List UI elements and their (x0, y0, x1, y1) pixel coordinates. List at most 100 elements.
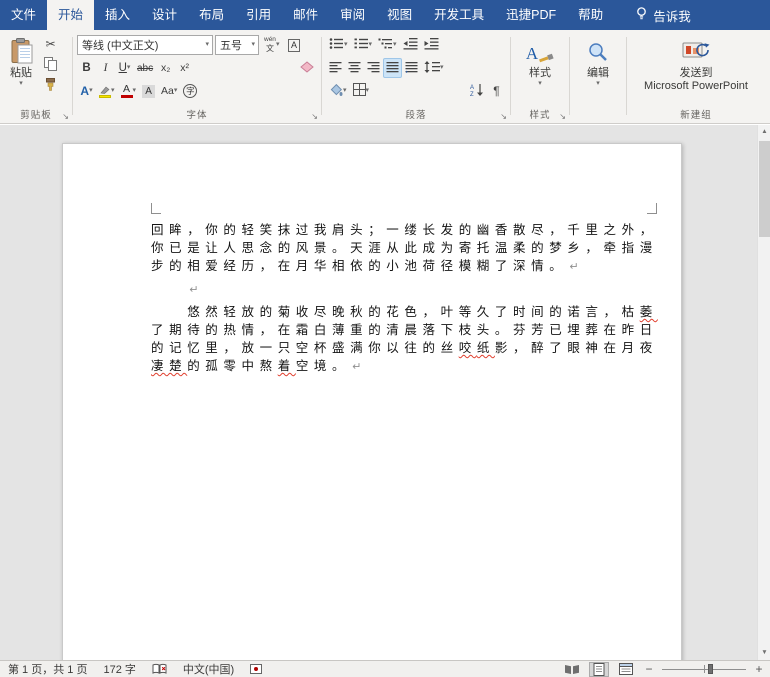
character-shading-icon: A (142, 84, 155, 98)
enclose-characters-button[interactable]: 字 (180, 81, 200, 101)
page-indicator[interactable]: 第 1 页，共 1 页 (8, 661, 87, 677)
show-hide-marks-button[interactable]: ¶ (487, 81, 506, 101)
character-border-button[interactable]: A (284, 35, 303, 55)
tab-review[interactable]: 审阅 (329, 0, 376, 30)
align-left-icon (329, 61, 342, 76)
italic-button[interactable]: I (96, 58, 115, 78)
editing-button[interactable]: 编辑 ▾ (574, 34, 622, 88)
tab-layout[interactable]: 布局 (188, 0, 235, 30)
multilevel-list-button[interactable]: ▾ (375, 35, 400, 55)
justify-button[interactable] (383, 58, 402, 78)
copy-button[interactable] (41, 55, 60, 75)
font-color-button[interactable]: A ▾ (118, 81, 140, 101)
tab-developer[interactable]: 开发工具 (423, 0, 495, 30)
ribbon-tab-bar: 文件 开始 插入 设计 布局 引用 邮件 审阅 视图 开发工具 迅捷PDF 帮助 告诉我 (0, 0, 770, 30)
decrease-indent-button[interactable] (400, 35, 421, 55)
page[interactable]: 回眸，你的轻笑抹过我肩头；一缕长发的幽香散尽，千里之外， 你已是让人思念的风景。天… (62, 143, 682, 660)
paste-button[interactable]: 粘贴 ▾ (4, 34, 38, 96)
tab-insert[interactable]: 插入 (94, 0, 141, 30)
bulleted-list-icon (329, 37, 344, 53)
print-layout-button[interactable] (589, 661, 609, 677)
character-shading-button[interactable]: A (139, 81, 158, 101)
text-line[interactable]: 了期待的热情，在霜白薄重的清晨落下枝头。芬芳已埋葬在昨日 (151, 321, 665, 339)
bold-button[interactable]: B (77, 58, 96, 78)
pinyin-guide-button[interactable]: wén 文 ▾ (261, 35, 282, 55)
align-center-button[interactable] (345, 58, 364, 78)
highlight-color-button[interactable]: ▾ (96, 81, 118, 101)
tab-mailings[interactable]: 邮件 (282, 0, 329, 30)
text-line[interactable]: ↵ (151, 280, 665, 298)
send-to-powerpoint-button[interactable]: 发送到 Microsoft PowerPoint (631, 34, 761, 93)
clear-formatting-button[interactable] (297, 58, 317, 78)
macro-record-icon[interactable] (250, 664, 263, 674)
zoom-out-button[interactable]: − (643, 662, 655, 676)
text-run: 你已是让人思念的风景。天涯从此成为寄托温柔的梦乡，牵指漫 (151, 241, 658, 255)
text-line[interactable]: 你已是让人思念的风景。天涯从此成为寄托温柔的梦乡，牵指漫 (151, 239, 665, 257)
scrollbar-up-arrow[interactable]: ▲ (758, 125, 770, 139)
text-boundary-mark-left (151, 203, 161, 214)
proofing-errors-icon[interactable] (152, 663, 167, 675)
document-text[interactable]: 回眸，你的轻笑抹过我肩头；一缕长发的幽香散尽，千里之外， 你已是让人思念的风景。天… (151, 221, 665, 375)
shading-button[interactable]: ▾ (326, 81, 350, 101)
borders-button[interactable]: ▾ (350, 81, 373, 101)
strikethrough-button[interactable]: abc (134, 58, 156, 78)
new-group: 发送到 Microsoft PowerPoint 新建组 (628, 32, 764, 123)
text-line[interactable]: 悠然轻放的菊收尽晚秋的花色，叶等久了时间的诺言，枯萎 (151, 303, 665, 321)
tab-design[interactable]: 设计 (141, 0, 188, 30)
sort-button[interactable]: AZ (467, 81, 487, 101)
text-line[interactable]: 的记忆里，放一只空杯盛满你以往的丝咬纸影，醉了眼神在月夜 (151, 339, 665, 357)
zoom-slider-thumb[interactable] (708, 664, 714, 674)
distribute-button[interactable] (402, 58, 421, 78)
chevron-down-icon: ▾ (89, 87, 93, 94)
align-left-button[interactable] (326, 58, 345, 78)
language-indicator[interactable]: 中文(中国) (183, 661, 234, 677)
scrollbar-thumb[interactable] (759, 141, 770, 237)
paragraph-mark-icon: ↵ (352, 361, 362, 373)
tab-references[interactable]: 引用 (235, 0, 282, 30)
paste-dropdown-arrow[interactable]: ▾ (19, 80, 23, 88)
multilevel-list-icon (378, 37, 393, 53)
zoom-in-button[interactable]: + (753, 662, 765, 676)
clipboard-dialog-launcher[interactable]: ↘ (62, 112, 69, 121)
tab-home[interactable]: 开始 (47, 0, 95, 30)
superscript-button[interactable]: x² (175, 58, 194, 78)
vertical-scrollbar[interactable]: ▲ ▼ (757, 125, 770, 660)
tell-me[interactable]: 告诉我 (636, 0, 691, 30)
text-boundary-mark-right (647, 203, 657, 214)
pinyin-icon: wén 文 (264, 36, 276, 53)
font-size-select[interactable]: 五号 ▾ (215, 35, 259, 55)
text-run: 影，醉了眼神在月夜 (494, 341, 658, 355)
text-line[interactable]: 步的相爱经历，在月华相依的小池荷径模糊了深情。 ↵ (151, 257, 665, 275)
font-dialog-launcher[interactable]: ↘ (311, 112, 318, 121)
read-mode-button[interactable] (562, 662, 582, 677)
web-layout-button[interactable] (616, 662, 636, 677)
underline-button[interactable]: U ▾ (115, 58, 134, 78)
paragraph-dialog-launcher[interactable]: ↘ (500, 112, 507, 121)
zoom-slider[interactable] (662, 663, 746, 675)
word-count[interactable]: 172 字 (103, 661, 135, 677)
cut-button[interactable]: ✂ (41, 34, 60, 54)
format-painter-button[interactable] (41, 76, 60, 96)
tab-help[interactable]: 帮助 (567, 0, 614, 30)
chevron-down-icon: ▾ (173, 87, 178, 94)
change-case-button[interactable]: Aa ▾ (158, 81, 180, 101)
tab-view[interactable]: 视图 (376, 0, 423, 30)
indent-icon (424, 37, 439, 53)
numbering-button[interactable]: ▾ (351, 35, 376, 55)
align-right-button[interactable] (364, 58, 383, 78)
increase-indent-button[interactable] (421, 35, 442, 55)
text-effects-button[interactable]: A ▾ (77, 81, 96, 101)
font-name-select[interactable]: 等线 (中文正文) ▾ (77, 35, 213, 55)
line-spacing-button[interactable]: ▾ (421, 58, 447, 78)
tab-file[interactable]: 文件 (0, 0, 47, 30)
styles-dialog-launcher[interactable]: ↘ (559, 112, 566, 121)
subscript-button[interactable]: x₂ (156, 58, 175, 78)
bullets-button[interactable]: ▾ (326, 35, 351, 55)
scrollbar-down-arrow[interactable]: ▼ (758, 646, 770, 660)
text-line[interactable]: 凄楚的孤零中熬着空境。 ↵ (151, 357, 665, 375)
styles-button[interactable]: A 样式 ▾ (515, 34, 565, 88)
text-run: 了期待的热情，在霜白薄重的清晨落下枝头。芬芳已埋葬在昨日 (151, 323, 658, 337)
text-line[interactable]: 回眸，你的轻笑抹过我肩头；一缕长发的幽香散尽，千里之外， (151, 221, 665, 239)
group-separator (626, 37, 627, 115)
tab-pdf[interactable]: 迅捷PDF (495, 0, 567, 30)
